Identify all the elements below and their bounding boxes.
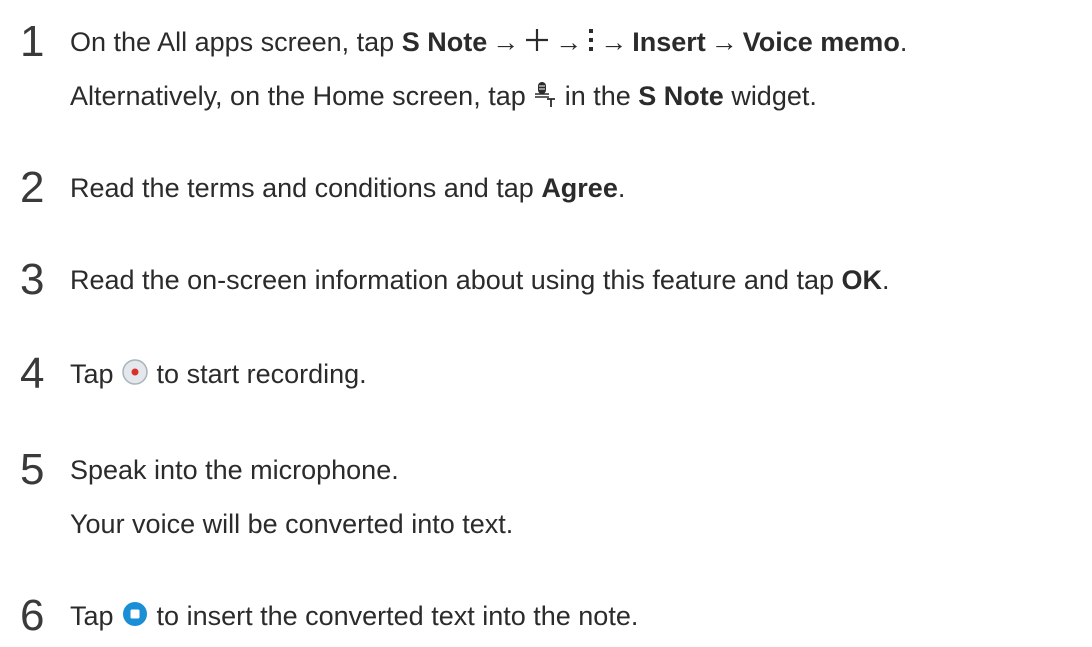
step-text-part: to start recording. xyxy=(149,359,367,389)
more-options-icon xyxy=(587,26,595,61)
period: . xyxy=(899,27,908,57)
record-button-icon xyxy=(121,358,149,393)
arrow: → xyxy=(600,27,628,57)
step-number: 3 xyxy=(20,255,45,304)
step-text-part: Alternatively, on the Home screen, tap xyxy=(70,81,534,111)
step-text: Read the terms and conditions and tap Ag… xyxy=(70,172,625,204)
stop-button-icon xyxy=(121,600,149,635)
step-text-part: Read the terms and conditions and tap xyxy=(70,173,542,203)
step-text: Speak into the microphone. xyxy=(70,455,399,485)
menu-insert: Insert xyxy=(632,27,706,57)
menu-voice-memo: Voice memo xyxy=(742,27,900,57)
step-text: Read the on-screen information about usi… xyxy=(70,264,890,296)
step-number: 2 xyxy=(20,163,45,212)
step-text: Tap to start recording. xyxy=(70,358,367,393)
button-name-agree: Agree xyxy=(541,173,618,203)
voice-to-text-icon xyxy=(533,80,557,115)
step-text-part: Tap xyxy=(70,601,122,631)
arrow: → xyxy=(710,27,738,57)
step-text-part: Read the on-screen information about usi… xyxy=(70,265,842,295)
step-text-part: On the All apps screen, tap xyxy=(70,27,402,57)
period: . xyxy=(882,265,890,295)
step-number: 6 xyxy=(20,591,45,640)
step-text-part: Tap xyxy=(70,359,122,389)
step-text-part: to insert the converted text into the no… xyxy=(149,601,639,631)
period: . xyxy=(617,173,626,203)
arrow: → xyxy=(492,27,520,57)
step-text-followup: Your voice will be converted into text. xyxy=(70,509,514,539)
step-text-part: widget. xyxy=(723,81,817,111)
step-text: Tap to insert the converted text into th… xyxy=(70,600,638,635)
step-text: On the All apps screen, tap S Note → → → Ins… xyxy=(70,26,907,61)
app-name: S Note xyxy=(401,27,488,57)
widget-name: S Note xyxy=(638,81,724,111)
step-text-alternative: Alternatively, on the Home screen, tap i… xyxy=(70,80,817,115)
step-text-part: in the xyxy=(557,81,639,111)
step-number: 1 xyxy=(20,17,45,66)
plus-icon xyxy=(524,27,550,60)
step-number: 4 xyxy=(20,349,45,398)
step-number: 5 xyxy=(20,445,45,494)
button-name-ok: OK xyxy=(841,265,883,295)
arrow: → xyxy=(555,27,583,57)
